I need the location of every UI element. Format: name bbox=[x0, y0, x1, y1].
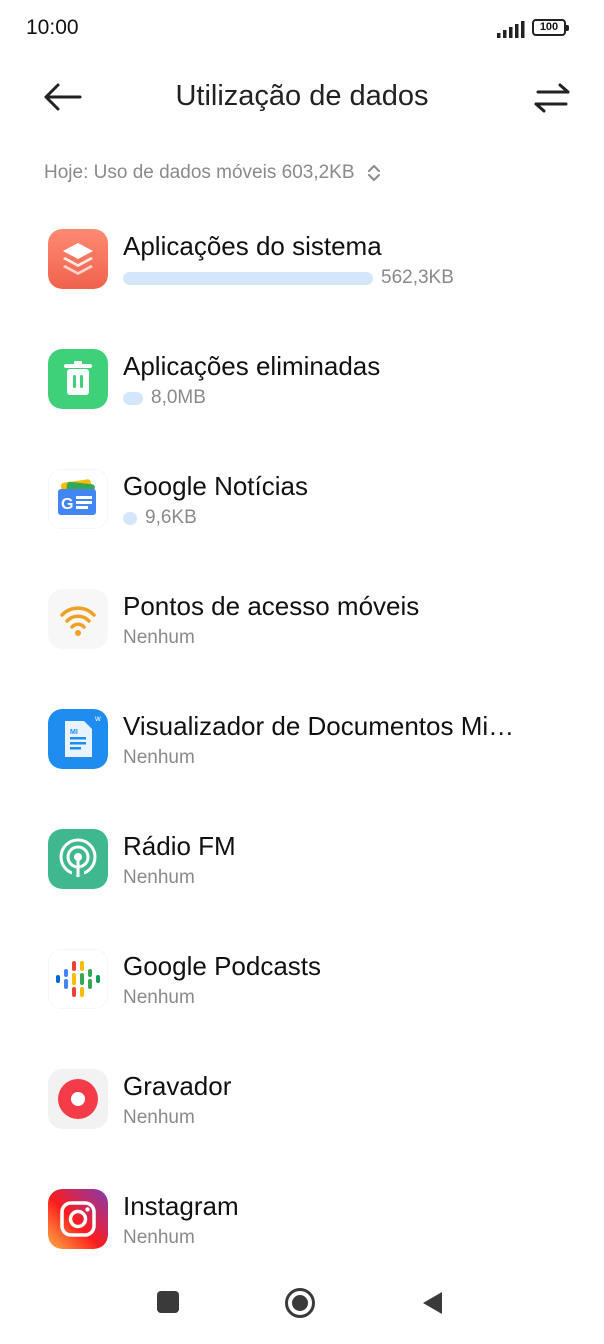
system-apps-icon bbox=[48, 229, 108, 289]
battery-icon: 100 bbox=[532, 19, 569, 36]
hotspot-icon bbox=[48, 589, 108, 649]
page-title: Utilização de dados bbox=[175, 80, 429, 112]
list-item-system-apps[interactable]: Aplicações do sistema 562,3KB bbox=[0, 205, 604, 325]
list-item-recorder[interactable]: Gravador Nenhum bbox=[0, 1045, 604, 1165]
usage-value: Nenhum bbox=[123, 747, 195, 768]
app-name: Google Podcasts bbox=[123, 951, 322, 981]
usage-value: 562,3KB bbox=[381, 267, 454, 288]
usage-value: 9,6KB bbox=[145, 507, 197, 528]
svg-text:MI: MI bbox=[70, 729, 78, 736]
list-item-fm-radio[interactable]: Rádio FM Nenhum bbox=[0, 805, 604, 925]
app-name: Gravador bbox=[123, 1071, 232, 1101]
app-usage-list: Aplicações do sistema 562,3KB Aplicações… bbox=[0, 205, 604, 1285]
status-time: 10:00 bbox=[26, 16, 79, 39]
list-item-mi-doc-viewer[interactable]: MI w Visualizador de Documentos Mi… Nenh… bbox=[0, 685, 604, 805]
swap-sort-icon[interactable] bbox=[530, 80, 574, 116]
usage-value: Nenhum bbox=[123, 987, 195, 1008]
svg-text:w: w bbox=[94, 714, 101, 723]
usage-value: Nenhum bbox=[123, 1107, 195, 1128]
list-item-deleted-apps[interactable]: Aplicações eliminadas 8,0MB bbox=[0, 325, 604, 445]
system-nav-bar bbox=[0, 1270, 604, 1344]
usage-value: Nenhum bbox=[123, 1227, 195, 1248]
app-name: Rádio FM bbox=[123, 831, 236, 861]
fm-radio-icon bbox=[48, 829, 108, 889]
usage-summary-text: Hoje: Uso de dados móveis 603,2KB bbox=[44, 162, 355, 183]
app-name: Pontos de acesso móveis bbox=[123, 591, 420, 621]
app-bar: Utilização de dados bbox=[0, 64, 604, 134]
signal-icon bbox=[497, 21, 525, 38]
google-news-icon: G bbox=[48, 469, 108, 529]
chevron-up-down-icon bbox=[367, 165, 380, 181]
usage-value: Nenhum bbox=[123, 627, 195, 648]
list-item-google-podcasts[interactable]: Google Podcasts Nenhum bbox=[0, 925, 604, 1045]
recorder-icon bbox=[48, 1069, 108, 1129]
app-name: Aplicações eliminadas bbox=[123, 351, 381, 381]
app-name: Google Notícias bbox=[123, 471, 308, 501]
app-name: Visualizador de Documentos Mi… bbox=[123, 711, 515, 741]
usage-bar bbox=[123, 511, 137, 525]
list-item-hotspot[interactable]: Pontos de acesso móveis Nenhum bbox=[0, 565, 604, 685]
usage-summary-selector[interactable]: Hoje: Uso de dados móveis 603,2KB bbox=[44, 158, 381, 188]
usage-bar bbox=[123, 391, 143, 405]
back-arrow-icon[interactable] bbox=[40, 79, 84, 115]
instagram-icon bbox=[48, 1189, 108, 1249]
status-bar: 10:00 100 bbox=[0, 0, 604, 56]
usage-value: Nenhum bbox=[123, 867, 195, 888]
back-triangle-icon[interactable] bbox=[420, 1290, 444, 1316]
list-item-google-news[interactable]: G Google Notícias 9,6KB bbox=[0, 445, 604, 565]
app-name: Aplicações do sistema bbox=[123, 231, 382, 261]
mi-doc-viewer-icon: MI w bbox=[48, 709, 108, 769]
app-name: Instagram bbox=[123, 1191, 239, 1221]
usage-value: 8,0MB bbox=[151, 387, 206, 408]
trash-icon bbox=[48, 349, 108, 409]
recents-square-icon[interactable] bbox=[156, 1290, 180, 1314]
svg-text:G: G bbox=[61, 496, 73, 513]
google-podcasts-icon bbox=[48, 949, 108, 1009]
list-item-instagram[interactable]: Instagram Nenhum bbox=[0, 1165, 604, 1285]
home-circle-icon[interactable] bbox=[284, 1287, 316, 1319]
usage-bar bbox=[123, 271, 373, 285]
